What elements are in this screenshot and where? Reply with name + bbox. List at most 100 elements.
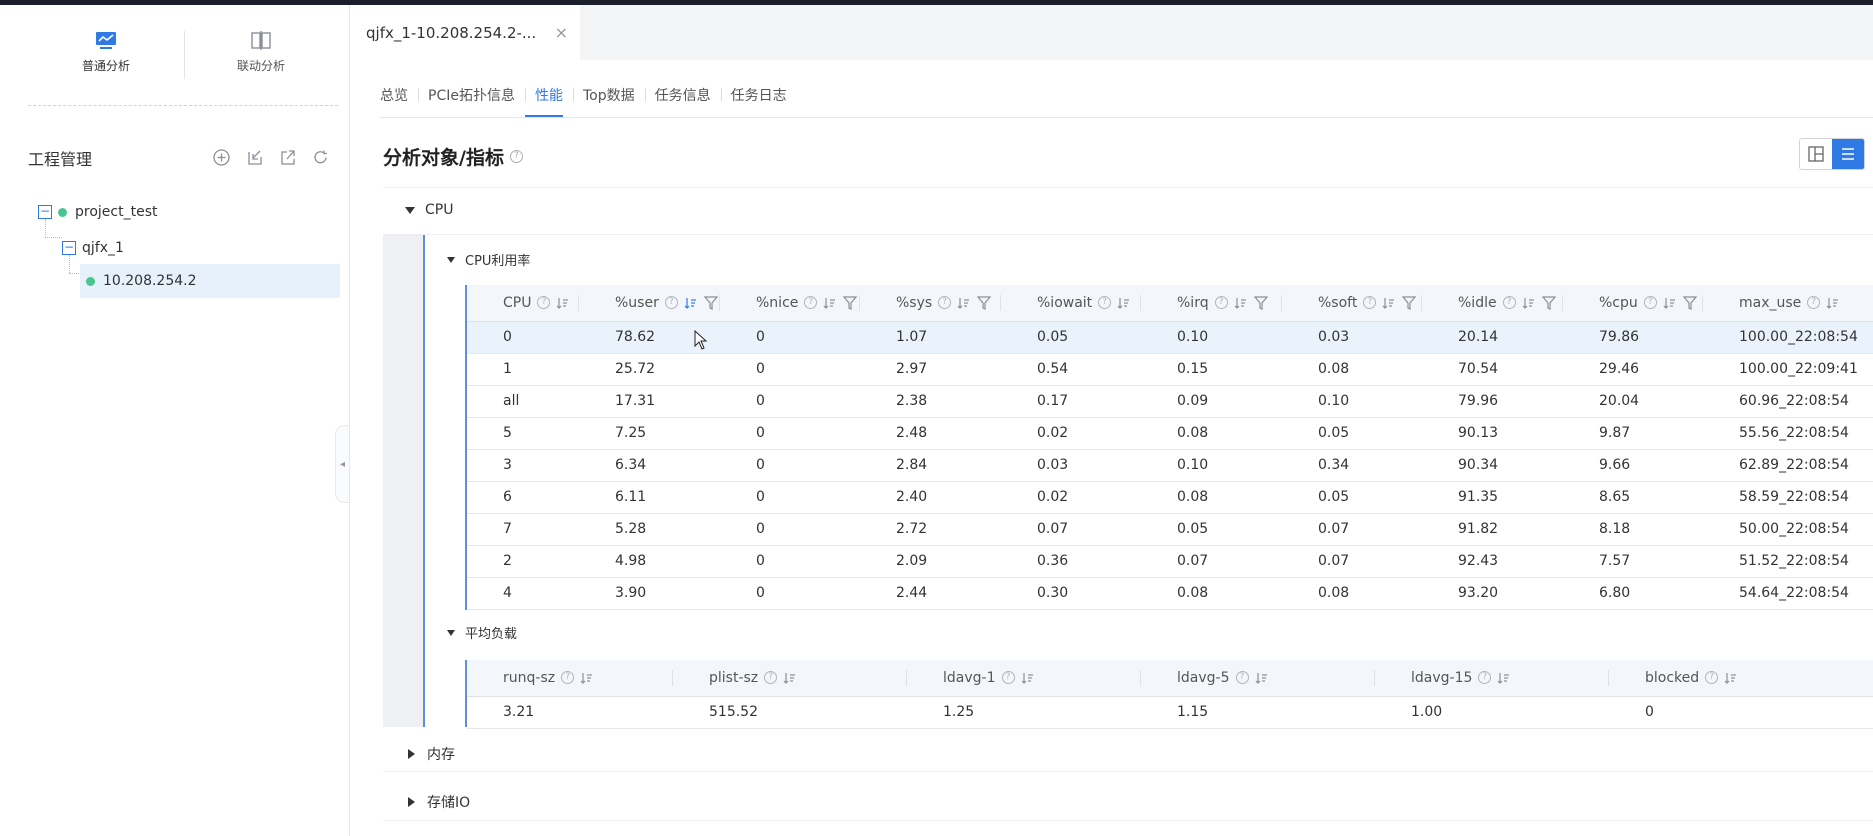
table-row[interactable]: 6 6.11 0 2.40 0.02 0.08 0.05 91.35 8.65 58.59_22:… (467, 481, 1873, 514)
tab-performance[interactable]: 性能 (524, 85, 573, 117)
mode-linked-analysis[interactable]: 联动分析 (201, 27, 321, 74)
sort-icon[interactable] (1724, 672, 1737, 684)
grid-view-icon[interactable] (1800, 139, 1832, 169)
tree-item-node[interactable]: 10.208.254.2 (80, 264, 340, 298)
sort-icon[interactable] (1234, 297, 1246, 309)
tree-item-project[interactable]: − project_test (38, 195, 338, 229)
column-header[interactable]: max_use? (1703, 285, 1873, 322)
table-row[interactable]: 4 3.90 0 2.44 0.30 0.08 0.08 93.20 6.80 54.64_22:… (467, 577, 1873, 610)
tree-item-task[interactable]: − qjfx_1 (62, 231, 338, 265)
table-row[interactable]: 3.21 515.52 1.25 1.15 1.00 0 (467, 696, 1873, 729)
column-header[interactable]: ldavg-1? (907, 660, 1141, 697)
sort-icon[interactable] (580, 672, 593, 684)
export-icon[interactable] (278, 148, 297, 167)
sidebar-collapse-handle[interactable]: ◂ (335, 425, 349, 503)
mode-normal-analysis[interactable]: 普通分析 (46, 27, 166, 74)
column-header[interactable]: %irq? (1141, 285, 1282, 322)
filter-icon[interactable] (703, 296, 718, 310)
filter-icon[interactable] (843, 296, 858, 310)
column-header[interactable]: %user? (579, 285, 720, 322)
sort-icon[interactable] (1522, 297, 1534, 309)
group-memory[interactable]: 内存 (408, 744, 455, 764)
help-icon[interactable]: ? (1235, 671, 1249, 685)
help-icon[interactable]: ? (1363, 296, 1377, 310)
table-cell: 2.48 (860, 417, 1001, 450)
tab-task-log[interactable]: 任务日志 (720, 85, 797, 105)
column-header[interactable]: %iowait? (1001, 285, 1141, 322)
sort-icon[interactable] (1117, 297, 1130, 309)
column-header[interactable]: ldavg-5? (1141, 660, 1375, 697)
filter-icon[interactable] (1402, 296, 1417, 310)
table-row[interactable]: all 17.31 0 2.38 0.17 0.09 0.10 79.96 20.04 60.96… (467, 385, 1873, 418)
divider (383, 771, 1873, 772)
column-header[interactable]: %soft? (1282, 285, 1422, 322)
sort-icon[interactable] (1382, 297, 1395, 309)
refresh-icon[interactable] (311, 148, 330, 167)
help-icon[interactable]: ? (1502, 296, 1516, 310)
table-row[interactable]: 1 25.72 0 2.97 0.54 0.15 0.08 70.54 29.46 100.00_… (467, 353, 1873, 386)
help-icon[interactable]: ? (1807, 296, 1821, 310)
tab-top-data[interactable]: Top数据 (572, 85, 645, 105)
column-header[interactable]: plist-sz? (673, 660, 907, 697)
sort-icon[interactable] (1255, 672, 1267, 684)
subgroup-avg-load[interactable]: 平均负载 (447, 623, 517, 642)
table-row[interactable]: 7 5.28 0 2.72 0.07 0.05 0.07 91.82 8.18 50.00_22:… (467, 513, 1873, 546)
column-header[interactable]: %sys? (860, 285, 1001, 322)
filter-icon[interactable] (1541, 296, 1556, 310)
table-row[interactable]: 5 7.25 0 2.48 0.02 0.08 0.05 90.13 9.87 55.56_22:… (467, 417, 1873, 450)
sort-icon[interactable] (823, 297, 836, 309)
sort-icon[interactable] (556, 297, 569, 309)
tab-pcie-topology[interactable]: PCIe拓扑信息 (418, 85, 525, 105)
table-cell: 3 (467, 449, 579, 482)
list-view-icon[interactable] (1832, 139, 1864, 169)
table-cell: 0.07 (1282, 513, 1422, 546)
column-header[interactable]: runq-sz? (467, 660, 673, 697)
tab-task-info[interactable]: 任务信息 (644, 85, 721, 105)
subgroup-cpu-usage[interactable]: CPU利用率 (447, 250, 530, 269)
help-icon[interactable]: ? (804, 296, 818, 310)
help-icon[interactable]: ? (561, 671, 575, 685)
tree-item-label: qjfx_1 (82, 240, 124, 256)
table-cell: 2 (467, 545, 579, 578)
help-icon[interactable]: ? (764, 671, 778, 685)
sort-icon[interactable] (783, 672, 796, 684)
column-header[interactable]: ldavg-15? (1375, 660, 1609, 697)
help-icon[interactable]: ? (1478, 671, 1492, 685)
table-row[interactable]: 2 4.98 0 2.09 0.36 0.07 0.07 92.43 7.57 51.52_22:… (467, 545, 1873, 578)
table-cell: 0.10 (1141, 449, 1282, 482)
tab-overview[interactable]: 总览 (380, 85, 418, 105)
column-header[interactable]: %nice? (720, 285, 860, 322)
group-cpu[interactable]: CPU (405, 202, 453, 218)
help-icon[interactable]: ? (1705, 671, 1719, 685)
table-row[interactable]: 0 78.62 0 1.07 0.05 0.10 0.03 20.14 79.86 100.00_… (467, 321, 1873, 354)
sort-icon[interactable] (1021, 672, 1033, 684)
filter-icon[interactable] (1682, 296, 1697, 310)
filter-icon[interactable] (977, 296, 992, 310)
sort-icon[interactable] (684, 297, 696, 309)
filter-icon[interactable] (1253, 296, 1268, 310)
column-header[interactable]: %idle? (1422, 285, 1563, 322)
sort-icon[interactable] (957, 297, 970, 309)
collapse-icon[interactable]: − (62, 241, 76, 255)
sort-icon[interactable] (1826, 297, 1839, 309)
file-tab[interactable]: qjfx_1-10.208.254.2-... × (350, 5, 580, 60)
close-icon[interactable]: × (555, 23, 568, 42)
group-storage-io[interactable]: 存储IO (408, 792, 470, 812)
collapse-icon[interactable]: − (38, 205, 52, 219)
help-icon[interactable]: ? (938, 296, 952, 310)
help-icon[interactable]: ? (1643, 296, 1657, 310)
column-header[interactable]: %cpu? (1563, 285, 1703, 322)
column-header[interactable]: CPU? (467, 285, 579, 322)
import-icon[interactable] (245, 148, 264, 167)
help-icon[interactable]: ? (537, 296, 551, 310)
help-icon[interactable]: ? (1001, 671, 1015, 685)
help-icon[interactable]: ? (664, 296, 678, 310)
add-icon[interactable] (212, 148, 231, 167)
sort-icon[interactable] (1497, 672, 1510, 684)
sort-icon[interactable] (1663, 297, 1675, 309)
help-icon[interactable]: ? (509, 150, 523, 163)
help-icon[interactable]: ? (1098, 296, 1112, 310)
table-row[interactable]: 3 6.34 0 2.84 0.03 0.10 0.34 90.34 9.66 62.89_22:… (467, 449, 1873, 482)
help-icon[interactable]: ? (1214, 296, 1228, 310)
column-header[interactable]: blocked? (1609, 660, 1873, 697)
